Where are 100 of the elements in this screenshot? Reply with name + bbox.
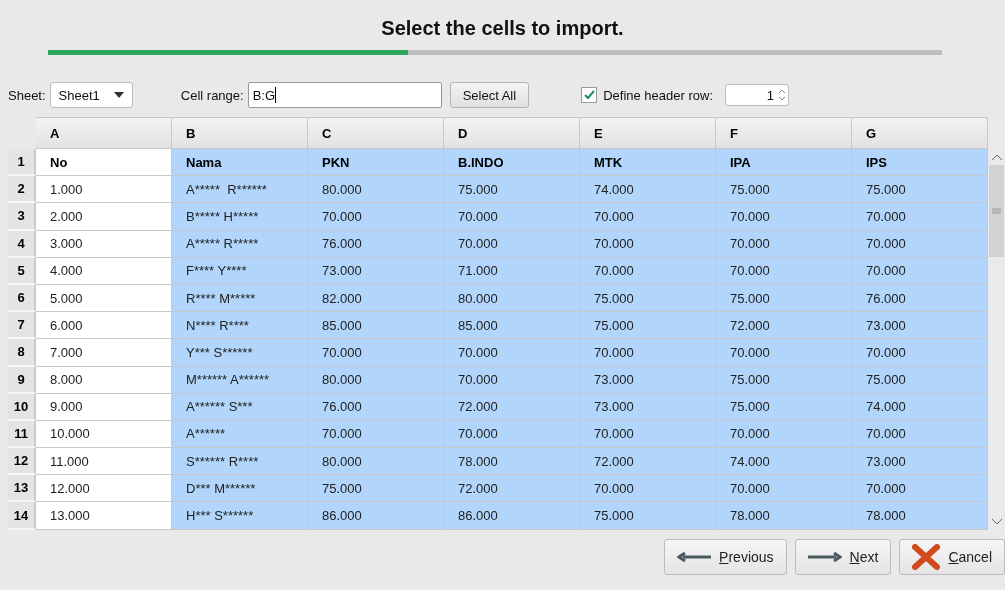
table-cell: 2.000 [36,203,172,231]
table-cell: 76.000 [308,230,444,258]
table-cell: 10.000 [36,420,172,449]
row-number: 5 [8,257,36,285]
table-cell: 3.000 [36,230,172,258]
table-cell: 70.000 [444,420,580,449]
table-cell: 78.000 [852,502,988,530]
table-cell: 70.000 [580,475,716,503]
column-header[interactable]: A [36,117,172,149]
scroll-thumb[interactable] [989,165,1004,257]
table-cell: 70.000 [444,366,580,394]
table-cell: 75.000 [852,176,988,204]
table-cell: 7.000 [36,339,172,367]
spinner-arrows-icon [778,88,786,102]
table-cell: 75.000 [852,366,988,394]
table-cell: 73.000 [580,366,716,394]
table-cell: 70.000 [580,203,716,231]
header-row-label: Define header row: [603,87,713,103]
column-header[interactable]: E [580,117,716,149]
table-cell: 11.000 [36,448,172,476]
cell-range-label: Cell range: [180,87,244,103]
table-cell: 75.000 [716,393,852,421]
cell-range-field[interactable]: B:G [247,82,442,108]
table-cell: 6.000 [36,312,172,340]
table-cell: 70.000 [716,203,852,231]
table-cell: 73.000 [580,393,716,421]
table-cell: Y*** S****** [172,339,308,367]
table-cell: 75.000 [716,284,852,313]
row-number: 1 [8,149,36,177]
table-cell: 86.000 [444,502,580,530]
table-cell: 80.000 [308,366,444,394]
table-cell: 70.000 [716,257,852,285]
row-number: 6 [8,284,36,313]
header-row-spinner[interactable]: 1 [725,84,789,106]
header-cell: IPA [716,149,852,177]
table-cell: N**** R**** [172,312,308,340]
row-number: 10 [8,393,36,421]
column-header[interactable]: G [852,117,988,149]
table-cell: M****** A****** [172,366,308,394]
row-number: 11 [8,420,36,449]
table-cell: 85.000 [308,312,444,340]
column-header[interactable]: C [308,117,444,149]
column-header[interactable]: B [172,117,308,149]
table-cell: 70.000 [852,257,988,285]
header-cell: No [36,149,172,177]
table-cell: 70.000 [444,203,580,231]
table-cell: 70.000 [852,203,988,231]
table-cell: 70.000 [308,203,444,231]
table-cell: 74.000 [580,176,716,204]
table-cell: 1.000 [36,176,172,204]
table-cell: 80.000 [308,448,444,476]
table-cell: 71.000 [444,257,580,285]
table-cell: 9.000 [36,393,172,421]
table-cell: 75.000 [716,176,852,204]
table-cell: A****** S*** [172,393,308,421]
table-cell: 72.000 [716,312,852,340]
dialog-title: Select the cells to import. [380,16,625,40]
table-cell: 75.000 [580,502,716,530]
table-cell: 74.000 [852,393,988,421]
table-cell: 70.000 [852,339,988,367]
table-cell: 70.000 [580,339,716,367]
left-arrow-icon [677,552,712,562]
table-cell: 70.000 [852,475,988,503]
table-cell: 12.000 [36,475,172,503]
column-header[interactable]: F [716,117,852,149]
table-cell: 72.000 [444,475,580,503]
table-cell: 70.000 [580,257,716,285]
row-number: 13 [8,475,36,503]
previous-button[interactable]: Previous [664,539,787,575]
column-header[interactable]: D [444,117,580,149]
table-cell: 70.000 [852,230,988,258]
header-cell: MTK [580,149,716,177]
scroll-up-icon[interactable] [990,153,1003,161]
table-cell: 75.000 [580,284,716,313]
select-all-button[interactable]: Select All [449,82,530,108]
table-cell: 73.000 [308,257,444,285]
table-cell: 75.000 [716,366,852,394]
table-cell: A***** R***** [172,230,308,258]
cancel-button[interactable]: Cancel [899,539,1005,575]
table-cell: 70.000 [716,339,852,367]
table-cell: 70.000 [716,475,852,503]
table-cell: 76.000 [308,393,444,421]
table-cell: 78.000 [444,448,580,476]
table-cell: 76.000 [852,284,988,313]
sheet-dropdown[interactable]: Sheet1 [49,82,133,108]
header-row-checkbox[interactable] [581,87,598,103]
table-cell: 70.000 [716,420,852,449]
scroll-down-icon[interactable] [990,518,1003,526]
table-cell: 70.000 [580,230,716,258]
table-cell: 80.000 [308,176,444,204]
row-number: 7 [8,312,36,340]
table-cell: 75.000 [580,312,716,340]
table-cell: 70.000 [580,420,716,449]
table-cell: 5.000 [36,284,172,313]
next-button[interactable]: Next [794,539,892,575]
table-cell: B***** H***** [172,203,308,231]
table-cell: 74.000 [716,448,852,476]
table-cell: 8.000 [36,366,172,394]
table-cell: 70.000 [444,339,580,367]
table-cell: 70.000 [308,339,444,367]
